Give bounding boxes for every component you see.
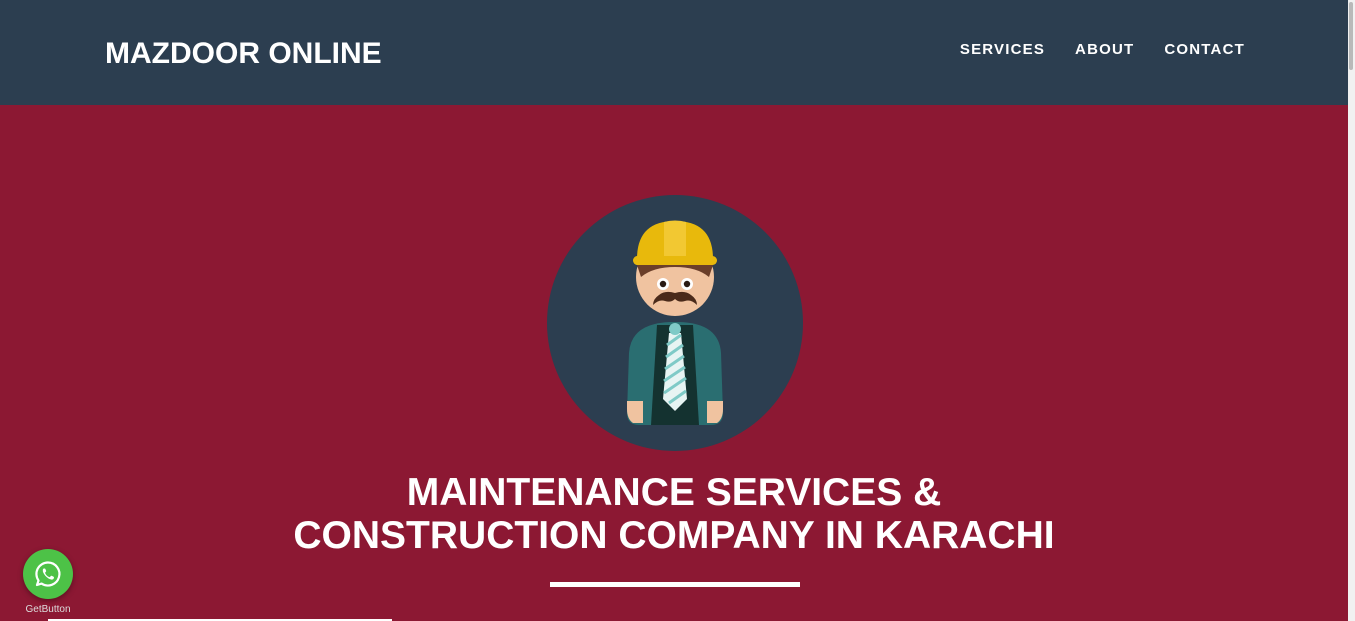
main-nav: SERVICES ABOUT CONTACT xyxy=(930,40,1245,60)
hero-title-line1: MAINTENANCE SERVICES & xyxy=(406,471,942,514)
hero-title: MAINTENANCE SERVICES & CONSTRUCTION COMP… xyxy=(0,471,1348,557)
nav-contact-link[interactable]: CONTACT xyxy=(1164,40,1245,60)
nav-services-link[interactable]: SERVICES xyxy=(960,40,1045,60)
page-scrollbar[interactable] xyxy=(1348,0,1355,621)
whatsapp-caption[interactable]: GetButton xyxy=(10,604,86,616)
hero-section: MAINTENANCE SERVICES & CONSTRUCTION COMP… xyxy=(0,105,1348,621)
whatsapp-icon xyxy=(35,561,61,587)
nav-about-link[interactable]: ABOUT xyxy=(1075,40,1134,60)
construction-worker-icon xyxy=(547,195,803,451)
navbar: MAZDOOR ONLINE SERVICES ABOUT CONTACT xyxy=(0,0,1348,105)
hero-title-line2: CONSTRUCTION COMPANY IN KARACHI xyxy=(293,514,1055,557)
brand-logo-link[interactable]: MAZDOOR ONLINE xyxy=(105,36,382,72)
scrollbar-thumb[interactable] xyxy=(1349,2,1353,70)
whatsapp-button[interactable] xyxy=(23,549,73,599)
hero-divider xyxy=(550,582,800,587)
